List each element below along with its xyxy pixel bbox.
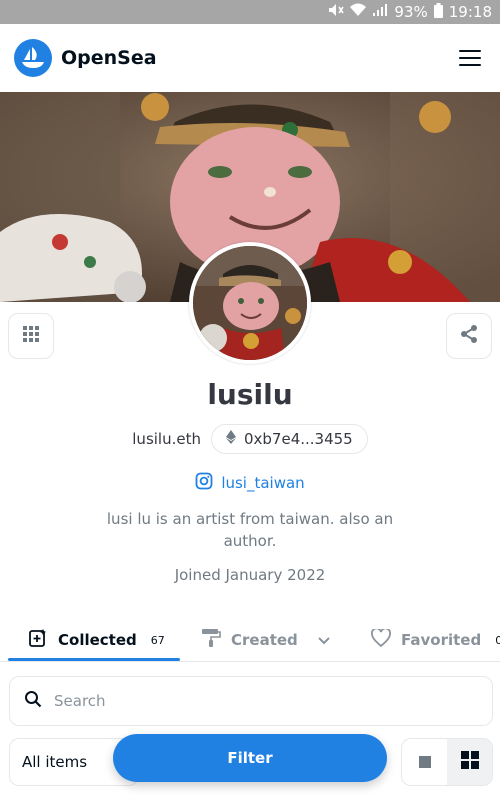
tab-created-label: Created	[231, 631, 298, 649]
instagram-link[interactable]: lusi_taiwan	[0, 472, 500, 494]
ens-name[interactable]: lusilu.eth	[132, 430, 201, 448]
address-row: lusilu.eth 0xb7e4...3455	[0, 424, 500, 454]
wallet-address: 0xb7e4...3455	[243, 430, 353, 448]
tab-collected[interactable]: Collected 67	[28, 620, 165, 660]
chevron-down-icon	[318, 631, 330, 649]
clock: 19:18	[448, 3, 492, 21]
search-box[interactable]	[9, 676, 493, 726]
profile-name: lusilu	[207, 378, 293, 411]
grid-icon	[460, 751, 479, 773]
mute-icon	[328, 3, 345, 21]
search-input[interactable]	[54, 692, 454, 710]
signal-icon	[372, 3, 388, 21]
wifi-icon	[350, 3, 367, 21]
app-header: OpenSea	[0, 24, 500, 92]
items-filter-value: All items	[22, 753, 88, 771]
battery-icon	[433, 2, 443, 22]
wallet-address-button[interactable]: 0xb7e4...3455	[210, 424, 368, 454]
instagram-handle: lusi_taiwan	[221, 474, 305, 492]
opensea-logo-icon	[14, 39, 52, 77]
tab-created[interactable]: Created	[201, 620, 330, 660]
view-toggle	[401, 738, 493, 786]
profile-avatar	[189, 242, 311, 364]
active-tab-indicator	[8, 658, 180, 661]
filter-button[interactable]: Filter	[113, 734, 387, 782]
tab-favorited[interactable]: Favorited 0	[371, 620, 500, 660]
tab-collected-count: 67	[150, 633, 165, 647]
instagram-icon	[195, 472, 213, 494]
share-icon	[459, 324, 479, 348]
brand-name: OpenSea	[61, 47, 157, 69]
grid-menu-button[interactable]	[8, 313, 54, 359]
ethereum-icon	[225, 430, 236, 448]
brand[interactable]: OpenSea	[14, 39, 157, 77]
status-bar: 93% 19:18	[0, 0, 500, 24]
profile-tabs: Collected 67 Created Favorited 0	[0, 620, 500, 662]
tab-favorited-count: 0	[495, 633, 500, 647]
tab-favorited-label: Favorited	[401, 631, 482, 649]
collected-icon	[28, 628, 48, 652]
profile-bio: lusi lu is an artist from taiwan. also a…	[106, 510, 394, 550]
joined-date: Joined January 2022	[174, 566, 326, 584]
search-icon	[24, 690, 42, 712]
share-button[interactable]	[446, 313, 492, 359]
hamburger-menu-icon[interactable]	[454, 42, 486, 74]
small-grid-view-button[interactable]	[447, 739, 492, 785]
battery-percent: 93%	[394, 3, 428, 21]
large-grid-view-button[interactable]	[402, 739, 447, 785]
grid-dots-icon	[22, 325, 40, 347]
tab-collected-label: Collected	[58, 631, 137, 649]
heart-icon	[371, 627, 391, 651]
square-icon	[418, 753, 431, 772]
paint-roller-icon	[201, 628, 221, 652]
